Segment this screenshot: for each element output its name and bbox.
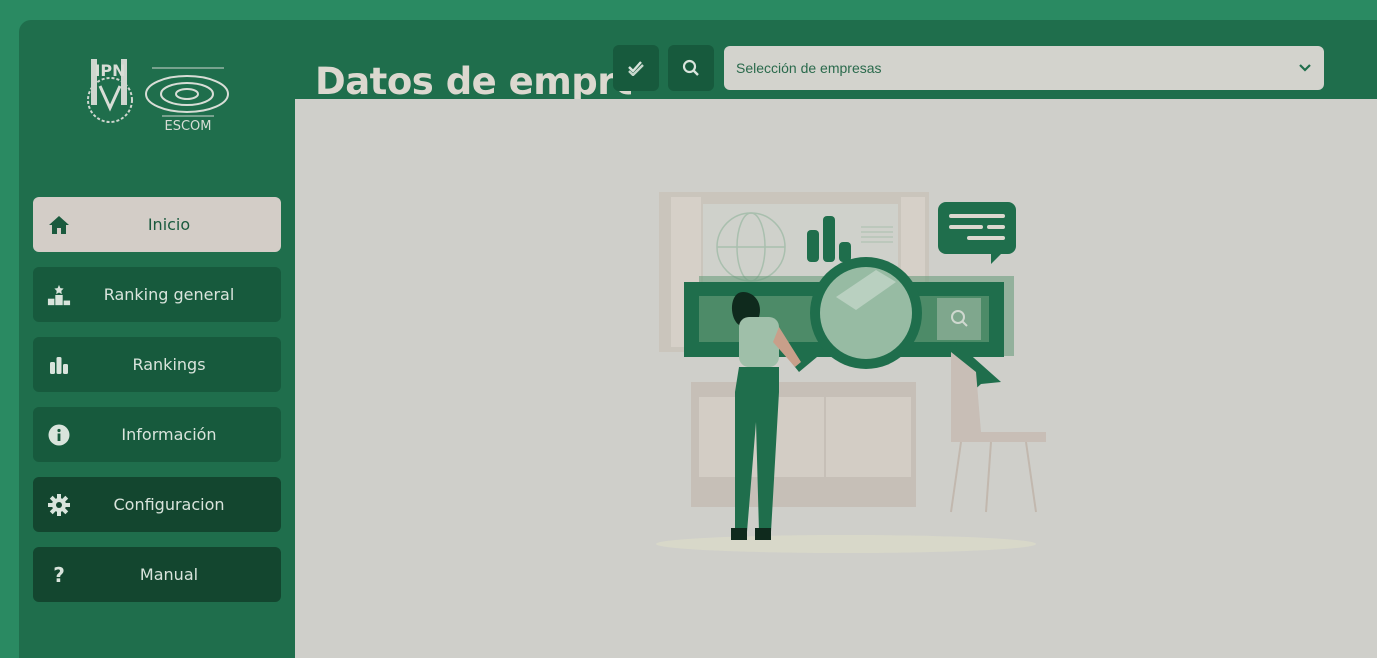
select-all-button[interactable] [613, 45, 659, 91]
question-icon: ? [53, 562, 65, 587]
search-button[interactable] [668, 45, 714, 91]
home-icon [47, 213, 71, 237]
info-icon [47, 423, 71, 447]
sidebar-item-ranking-general[interactable]: Ranking general [33, 267, 281, 322]
sidebar-item-rankings[interactable]: Rankings [33, 337, 281, 392]
institution-logos: IPN ESCOM [82, 56, 232, 140]
sidebar-item-manual[interactable]: ? Manual [33, 547, 281, 602]
page-title: Datos de empres [315, 60, 631, 103]
sidebar-item-configuracion[interactable]: Configuracion [33, 477, 281, 532]
bar-chart-icon [47, 353, 71, 377]
gear-icon [47, 493, 71, 517]
sidebar: IPN ESCOM Inicio Ranking general Ranking… [19, 20, 295, 658]
ipn-logo-text: IPN [94, 61, 125, 80]
company-select[interactable]: Selección de empresas [724, 46, 1324, 90]
company-select-placeholder: Selección de empresas [736, 60, 882, 76]
double-check-icon [628, 61, 644, 76]
podium-icon [47, 283, 71, 307]
sidebar-item-informacion[interactable]: Información [33, 407, 281, 462]
ipn-escom-logo: IPN ESCOM [87, 59, 229, 134]
app-frame: IPN ESCOM Inicio Ranking general Ranking… [19, 20, 1377, 658]
escom-logo-text: ESCOM [165, 119, 212, 134]
search-icon [682, 59, 699, 76]
main-panel [295, 99, 1377, 658]
search-illustration [656, 192, 1046, 553]
chevron-down-icon [1299, 64, 1311, 72]
sidebar-item-inicio[interactable]: Inicio [33, 197, 281, 252]
